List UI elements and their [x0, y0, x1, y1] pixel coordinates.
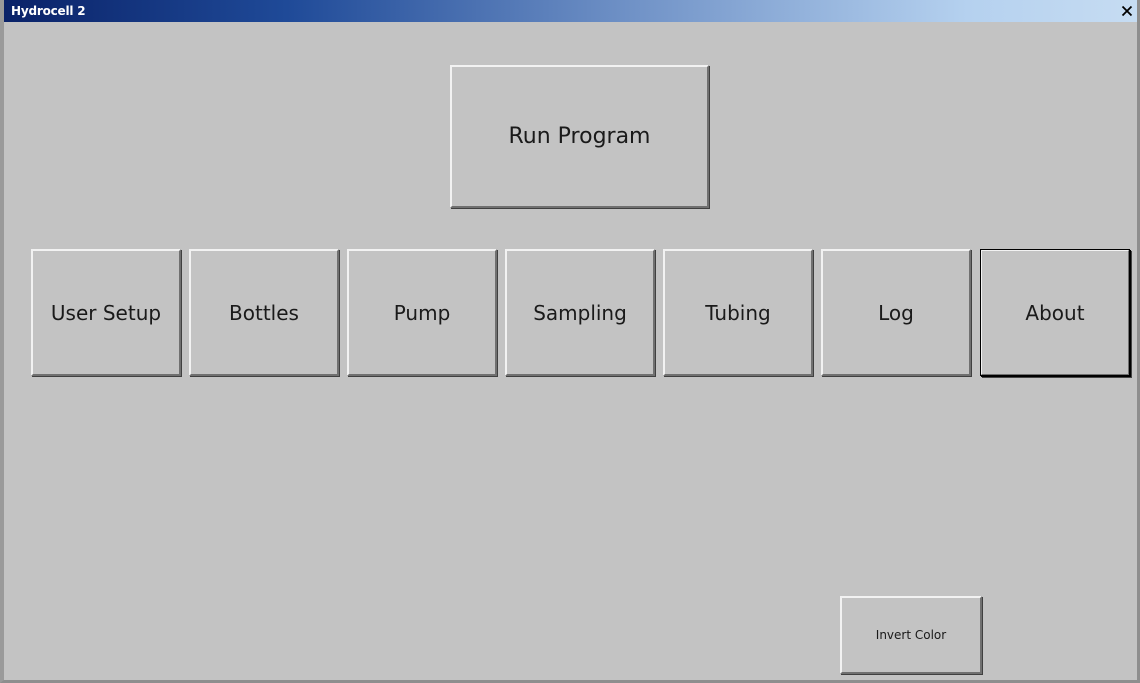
invert-color-button[interactable]: Invert Color [840, 596, 982, 674]
invert-color-label: Invert Color [875, 628, 947, 642]
title-bar[interactable]: Hydrocell 2 [4, 0, 1137, 22]
log-label: Log [878, 300, 914, 325]
window-title: Hydrocell 2 [11, 4, 86, 18]
log-button[interactable]: Log [821, 249, 971, 376]
pump-label: Pump [393, 300, 451, 325]
tubing-button[interactable]: Tubing [663, 249, 813, 376]
user-setup-button[interactable]: User Setup [31, 249, 181, 376]
sampling-button[interactable]: Sampling [505, 249, 655, 376]
run-program-button[interactable]: Run Program [450, 65, 709, 208]
about-button[interactable]: About [980, 249, 1130, 376]
run-program-label: Run Program [508, 124, 651, 149]
bottles-button[interactable]: Bottles [189, 249, 339, 376]
about-label: About [1025, 300, 1085, 325]
close-button[interactable] [1119, 3, 1135, 19]
close-icon [1121, 5, 1133, 17]
bottles-label: Bottles [229, 300, 299, 325]
pump-button[interactable]: Pump [347, 249, 497, 376]
sampling-label: Sampling [533, 300, 627, 325]
user-setup-label: User Setup [50, 300, 162, 325]
tubing-label: Tubing [705, 300, 771, 325]
app-window: Hydrocell 2 Run Program User Setup Bottl… [0, 0, 1140, 683]
